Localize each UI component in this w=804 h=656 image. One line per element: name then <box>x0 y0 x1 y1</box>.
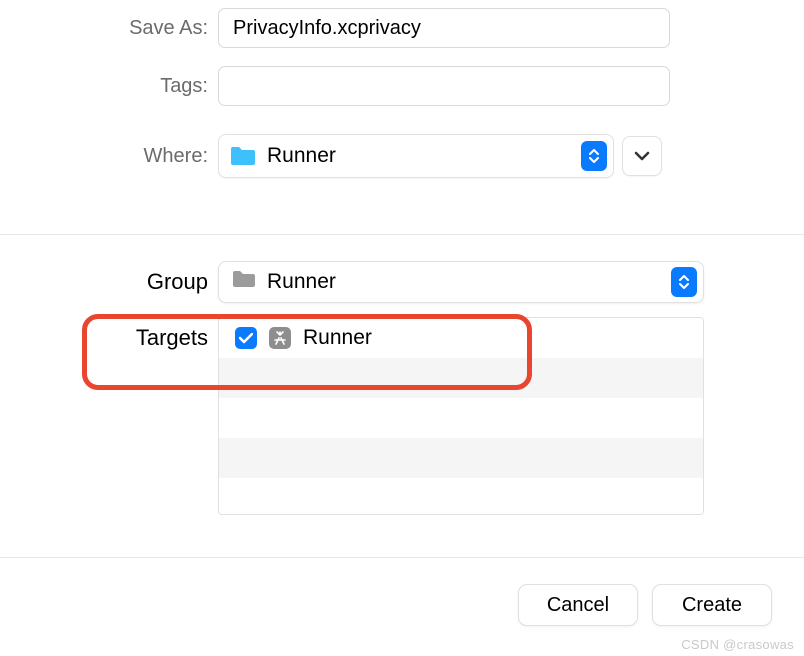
divider <box>0 234 804 235</box>
app-icon <box>269 327 291 349</box>
group-label: Group <box>0 269 218 295</box>
target-name: Runner <box>303 326 372 350</box>
where-select[interactable]: Runner <box>218 134 614 178</box>
list-stripe <box>219 438 703 478</box>
divider <box>0 557 804 558</box>
save-as-input[interactable] <box>218 8 670 48</box>
updown-stepper-icon <box>671 267 697 297</box>
target-row[interactable]: Runner <box>219 318 703 358</box>
list-stripe <box>219 478 703 515</box>
expand-button[interactable] <box>622 136 662 176</box>
targets-list: Runner <box>218 317 704 515</box>
list-stripe <box>219 398 703 438</box>
chevron-down-icon <box>634 151 650 161</box>
save-as-label: Save As: <box>0 17 218 40</box>
list-stripe <box>219 358 703 398</box>
group-select[interactable]: Runner <box>218 261 704 303</box>
updown-stepper-icon <box>581 141 607 171</box>
cancel-button[interactable]: Cancel <box>518 584 638 626</box>
where-label: Where: <box>0 145 218 168</box>
folder-grey-icon <box>231 269 257 295</box>
targets-label: Targets <box>0 317 218 351</box>
checkmark-icon <box>239 333 253 344</box>
folder-icon <box>229 145 257 167</box>
tags-input[interactable] <box>218 66 670 106</box>
tags-label: Tags: <box>0 75 218 98</box>
group-value: Runner <box>267 270 336 294</box>
where-value: Runner <box>267 144 336 168</box>
create-button[interactable]: Create <box>652 584 772 626</box>
target-checkbox[interactable] <box>235 327 257 349</box>
watermark: CSDN @crasowas <box>681 637 794 652</box>
